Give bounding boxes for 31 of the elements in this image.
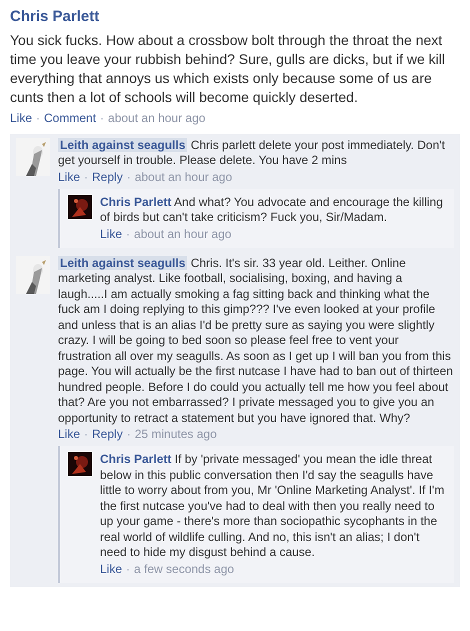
action-link[interactable]: Like [100, 562, 122, 576]
comment-text: Leith against seagulls Chris. It's sir. 33 year old. Leither. Online marketing analyst. Like football, socialising, boxing, and having a laugh.....I am actually smoking a fag sitting back and thinking what the fuck am I doing replying to this gimp??? I've even looked at your profile and unless that is an alias I'd be pretty sure as saying you were slightly crazy. I will be going to bed soon so please feel free to vent your frustration all over my seagulls. As soon as I get up I will ban you from this page. You will actually be the first nutcase I have had to ban out of thirteen hundred people. Before I do could you actually tell me how you feel about that? Are you not embarrassed? I private messaged you to give you an opportunity to retract a statement but you have ignored that. Why? [58, 256, 454, 426]
post-text: You sick fucks. How about a crossbow bolt through the throat the next time you leave your rubbish behind? Sure, gulls are dicks, but if we kill everything that annoys us which exists only because some of us are cunts then a lot of schools will become quickly deserted. [10, 30, 446, 106]
separator-dot: · [84, 170, 88, 184]
action-link[interactable]: Like [10, 110, 32, 126]
comment-text: Chris Parlett And what? You advocate and encourage the killing of birds but can't take criticism? Fuck you, Sir/Madam. [100, 194, 444, 226]
separator-dot: · [126, 170, 131, 184]
separator-dot: · [126, 562, 130, 576]
author-link[interactable]: Chris Parlett [100, 452, 172, 466]
author-link[interactable]: Chris Parlett [100, 194, 172, 208]
action-link[interactable]: Comment [44, 110, 96, 126]
separator-dot: · [100, 110, 104, 126]
action-link[interactable]: Reply [92, 427, 123, 442]
timestamp: about an hour ago [108, 110, 206, 126]
separator-dot: · [126, 427, 131, 442]
separator-dot: · [84, 427, 88, 442]
author-link[interactable]: Leith against seagulls [58, 256, 188, 270]
action-link[interactable]: Like [58, 427, 80, 442]
timestamp: 25 minutes ago [134, 427, 217, 442]
timestamp: about an hour ago [134, 170, 232, 184]
action-link[interactable]: Like [58, 170, 80, 184]
timestamp: about an hour ago [134, 226, 232, 242]
comment-text: Chris Parlett If by 'private messaged' you mean the idle threat below in this public conversation then I'd say the seagulls have little to worry about from you, Mr 'Online Marketing Analyst'. If I'm the first nutcase you've had to deal with then you really need to up your game - there's more than sociopathic sycophants in the real world of wildlife culling. And no, this isn't an alias; I don't need to hide my disgust behind a cause. [100, 452, 446, 560]
separator-dot: · [36, 110, 40, 126]
separator-dot: · [126, 226, 130, 242]
author-name[interactable]: Chris Parlett [10, 6, 460, 28]
action-link[interactable]: Reply [92, 170, 123, 184]
timestamp: a few seconds ago [134, 562, 234, 576]
action-link[interactable]: Like [100, 226, 122, 242]
comment-text: Leith against seagulls Chris parlett delete your post immediately. Don't get yourself in trouble. Please delete. You have 2 mins [58, 138, 446, 168]
author-link[interactable]: Leith against seagulls [58, 138, 188, 152]
